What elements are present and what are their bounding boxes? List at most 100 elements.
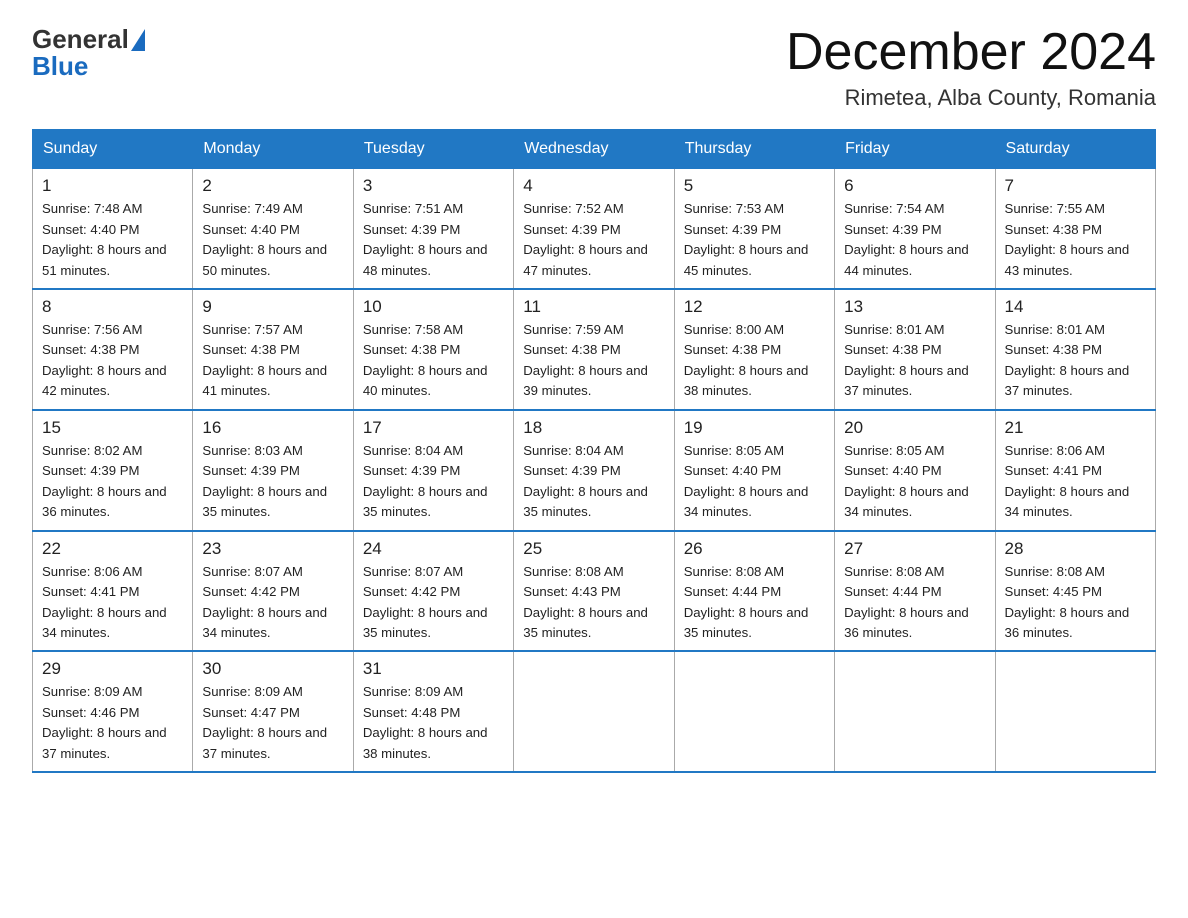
column-header-wednesday: Wednesday (514, 130, 674, 169)
day-info: Sunrise: 8:08 AMSunset: 4:44 PMDaylight:… (684, 564, 809, 640)
day-number: 24 (363, 539, 504, 559)
day-number: 17 (363, 418, 504, 438)
calendar-cell (835, 651, 995, 772)
calendar-subtitle: Rimetea, Alba County, Romania (786, 85, 1156, 111)
calendar-cell: 10 Sunrise: 7:58 AMSunset: 4:38 PMDaylig… (353, 289, 513, 410)
day-info: Sunrise: 8:07 AMSunset: 4:42 PMDaylight:… (202, 564, 327, 640)
day-number: 23 (202, 539, 343, 559)
day-info: Sunrise: 8:00 AMSunset: 4:38 PMDaylight:… (684, 322, 809, 398)
calendar-cell: 18 Sunrise: 8:04 AMSunset: 4:39 PMDaylig… (514, 410, 674, 531)
calendar-cell: 19 Sunrise: 8:05 AMSunset: 4:40 PMDaylig… (674, 410, 834, 531)
header: General Blue December 2024 Rimetea, Alba… (32, 24, 1156, 111)
day-info: Sunrise: 8:09 AMSunset: 4:46 PMDaylight:… (42, 684, 167, 760)
calendar-cell: 15 Sunrise: 8:02 AMSunset: 4:39 PMDaylig… (33, 410, 193, 531)
day-info: Sunrise: 8:04 AMSunset: 4:39 PMDaylight:… (523, 443, 648, 519)
day-number: 19 (684, 418, 825, 438)
calendar-body: 1 Sunrise: 7:48 AMSunset: 4:40 PMDayligh… (33, 169, 1156, 773)
calendar-cell (995, 651, 1155, 772)
day-number: 26 (684, 539, 825, 559)
day-number: 13 (844, 297, 985, 317)
column-header-saturday: Saturday (995, 130, 1155, 169)
day-number: 14 (1005, 297, 1146, 317)
calendar-cell: 13 Sunrise: 8:01 AMSunset: 4:38 PMDaylig… (835, 289, 995, 410)
day-info: Sunrise: 8:04 AMSunset: 4:39 PMDaylight:… (363, 443, 488, 519)
column-header-friday: Friday (835, 130, 995, 169)
calendar-cell: 5 Sunrise: 7:53 AMSunset: 4:39 PMDayligh… (674, 169, 834, 289)
calendar-cell (674, 651, 834, 772)
day-number: 9 (202, 297, 343, 317)
calendar-cell: 7 Sunrise: 7:55 AMSunset: 4:38 PMDayligh… (995, 169, 1155, 289)
calendar-cell: 16 Sunrise: 8:03 AMSunset: 4:39 PMDaylig… (193, 410, 353, 531)
calendar-cell: 4 Sunrise: 7:52 AMSunset: 4:39 PMDayligh… (514, 169, 674, 289)
day-number: 6 (844, 176, 985, 196)
day-info: Sunrise: 7:51 AMSunset: 4:39 PMDaylight:… (363, 201, 488, 277)
day-number: 27 (844, 539, 985, 559)
day-number: 11 (523, 297, 664, 317)
calendar-cell: 30 Sunrise: 8:09 AMSunset: 4:47 PMDaylig… (193, 651, 353, 772)
calendar-cell: 31 Sunrise: 8:09 AMSunset: 4:48 PMDaylig… (353, 651, 513, 772)
day-info: Sunrise: 7:57 AMSunset: 4:38 PMDaylight:… (202, 322, 327, 398)
day-info: Sunrise: 7:55 AMSunset: 4:38 PMDaylight:… (1005, 201, 1130, 277)
calendar-cell: 11 Sunrise: 7:59 AMSunset: 4:38 PMDaylig… (514, 289, 674, 410)
calendar-header-row: SundayMondayTuesdayWednesdayThursdayFrid… (33, 130, 1156, 169)
day-info: Sunrise: 8:08 AMSunset: 4:45 PMDaylight:… (1005, 564, 1130, 640)
calendar-cell (514, 651, 674, 772)
calendar-table: SundayMondayTuesdayWednesdayThursdayFrid… (32, 129, 1156, 773)
day-info: Sunrise: 7:59 AMSunset: 4:38 PMDaylight:… (523, 322, 648, 398)
column-header-monday: Monday (193, 130, 353, 169)
day-info: Sunrise: 8:06 AMSunset: 4:41 PMDaylight:… (1005, 443, 1130, 519)
calendar-cell: 28 Sunrise: 8:08 AMSunset: 4:45 PMDaylig… (995, 531, 1155, 652)
day-number: 28 (1005, 539, 1146, 559)
calendar-cell: 26 Sunrise: 8:08 AMSunset: 4:44 PMDaylig… (674, 531, 834, 652)
logo-blue: Blue (32, 51, 88, 82)
day-info: Sunrise: 7:54 AMSunset: 4:39 PMDaylight:… (844, 201, 969, 277)
title-area: December 2024 Rimetea, Alba County, Roma… (786, 24, 1156, 111)
day-number: 20 (844, 418, 985, 438)
day-info: Sunrise: 8:05 AMSunset: 4:40 PMDaylight:… (684, 443, 809, 519)
day-info: Sunrise: 8:05 AMSunset: 4:40 PMDaylight:… (844, 443, 969, 519)
calendar-week-row: 22 Sunrise: 8:06 AMSunset: 4:41 PMDaylig… (33, 531, 1156, 652)
calendar-cell: 3 Sunrise: 7:51 AMSunset: 4:39 PMDayligh… (353, 169, 513, 289)
day-info: Sunrise: 8:07 AMSunset: 4:42 PMDaylight:… (363, 564, 488, 640)
day-info: Sunrise: 8:08 AMSunset: 4:43 PMDaylight:… (523, 564, 648, 640)
calendar-cell: 1 Sunrise: 7:48 AMSunset: 4:40 PMDayligh… (33, 169, 193, 289)
calendar-week-row: 29 Sunrise: 8:09 AMSunset: 4:46 PMDaylig… (33, 651, 1156, 772)
day-info: Sunrise: 7:49 AMSunset: 4:40 PMDaylight:… (202, 201, 327, 277)
logo-triangle-icon (131, 29, 145, 51)
calendar-week-row: 15 Sunrise: 8:02 AMSunset: 4:39 PMDaylig… (33, 410, 1156, 531)
calendar-cell: 22 Sunrise: 8:06 AMSunset: 4:41 PMDaylig… (33, 531, 193, 652)
day-number: 29 (42, 659, 183, 679)
day-info: Sunrise: 8:09 AMSunset: 4:47 PMDaylight:… (202, 684, 327, 760)
day-info: Sunrise: 8:03 AMSunset: 4:39 PMDaylight:… (202, 443, 327, 519)
day-number: 18 (523, 418, 664, 438)
day-info: Sunrise: 7:58 AMSunset: 4:38 PMDaylight:… (363, 322, 488, 398)
calendar-cell: 24 Sunrise: 8:07 AMSunset: 4:42 PMDaylig… (353, 531, 513, 652)
calendar-cell: 25 Sunrise: 8:08 AMSunset: 4:43 PMDaylig… (514, 531, 674, 652)
calendar-week-row: 8 Sunrise: 7:56 AMSunset: 4:38 PMDayligh… (33, 289, 1156, 410)
calendar-cell: 20 Sunrise: 8:05 AMSunset: 4:40 PMDaylig… (835, 410, 995, 531)
day-number: 21 (1005, 418, 1146, 438)
calendar-cell: 6 Sunrise: 7:54 AMSunset: 4:39 PMDayligh… (835, 169, 995, 289)
logo: General Blue (32, 24, 145, 82)
day-number: 1 (42, 176, 183, 196)
day-info: Sunrise: 7:56 AMSunset: 4:38 PMDaylight:… (42, 322, 167, 398)
day-info: Sunrise: 7:48 AMSunset: 4:40 PMDaylight:… (42, 201, 167, 277)
day-number: 25 (523, 539, 664, 559)
day-number: 15 (42, 418, 183, 438)
calendar-cell: 17 Sunrise: 8:04 AMSunset: 4:39 PMDaylig… (353, 410, 513, 531)
calendar-cell: 14 Sunrise: 8:01 AMSunset: 4:38 PMDaylig… (995, 289, 1155, 410)
day-number: 12 (684, 297, 825, 317)
day-number: 22 (42, 539, 183, 559)
calendar-cell: 2 Sunrise: 7:49 AMSunset: 4:40 PMDayligh… (193, 169, 353, 289)
calendar-cell: 23 Sunrise: 8:07 AMSunset: 4:42 PMDaylig… (193, 531, 353, 652)
day-number: 8 (42, 297, 183, 317)
day-number: 2 (202, 176, 343, 196)
day-info: Sunrise: 8:01 AMSunset: 4:38 PMDaylight:… (844, 322, 969, 398)
day-info: Sunrise: 8:02 AMSunset: 4:39 PMDaylight:… (42, 443, 167, 519)
day-number: 3 (363, 176, 504, 196)
calendar-week-row: 1 Sunrise: 7:48 AMSunset: 4:40 PMDayligh… (33, 169, 1156, 289)
day-number: 7 (1005, 176, 1146, 196)
day-number: 4 (523, 176, 664, 196)
day-info: Sunrise: 8:09 AMSunset: 4:48 PMDaylight:… (363, 684, 488, 760)
calendar-cell: 12 Sunrise: 8:00 AMSunset: 4:38 PMDaylig… (674, 289, 834, 410)
